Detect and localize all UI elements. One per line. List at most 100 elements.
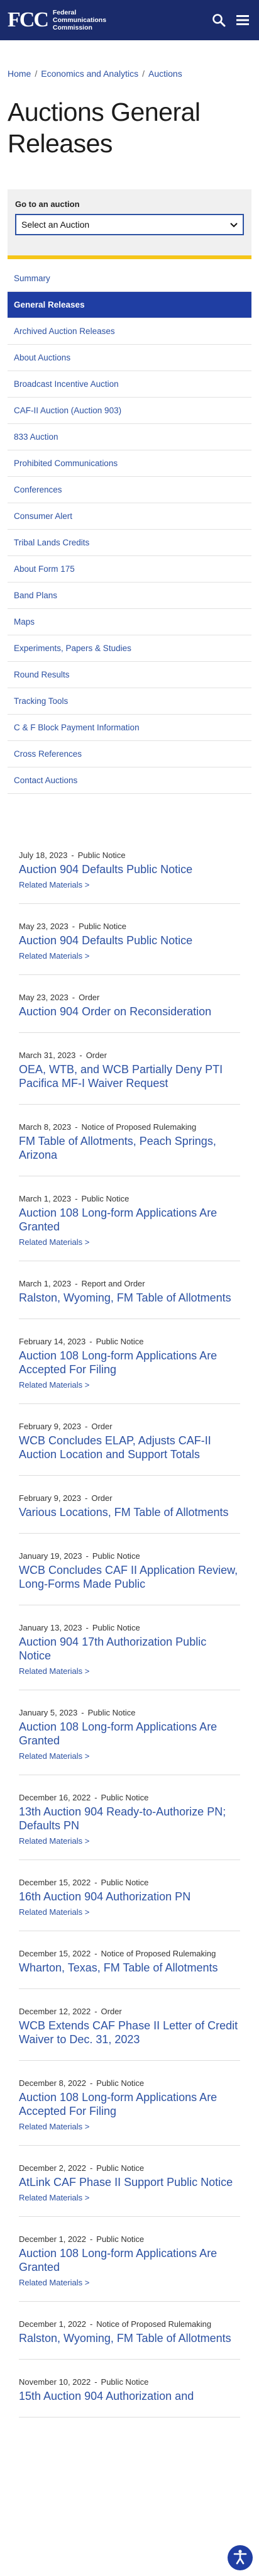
related-materials-link[interactable]: Related Materials > [19, 880, 240, 889]
release-title-link[interactable]: AtLink CAF Phase II Support Public Notic… [19, 2175, 240, 2189]
release-date: May 23, 2023 [19, 993, 69, 1002]
related-materials-link[interactable]: Related Materials > [19, 1836, 240, 1846]
sidebar-item[interactable]: Summary [8, 265, 251, 292]
release-title-link[interactable]: Auction 108 Long-form Applications Are G… [19, 2246, 240, 2274]
release-item: July 18, 2023- Public Notice Auction 904 D… [19, 850, 240, 904]
release-title-link[interactable]: Auction 904 Order on Reconsideration [19, 1005, 240, 1018]
release-title-link[interactable]: 15th Auction 904 Authorization and [19, 2389, 240, 2403]
release-type: Public Notice [101, 1878, 149, 1887]
release-title-link[interactable]: OEA, WTB, and WCB Partially Deny PTI Pac… [19, 1062, 240, 1090]
release-title-link[interactable]: Auction 108 Long-form Applications Are A… [19, 2090, 240, 2118]
sidebar-item[interactable]: 833 Auction [8, 424, 251, 450]
release-title-link[interactable]: Ralston, Wyoming, FM Table of Allotments [19, 1291, 240, 1305]
release-date: January 19, 2023 [19, 1551, 82, 1561]
release-title-link[interactable]: Ralston, Wyoming, FM Table of Allotments [19, 2331, 240, 2345]
fcc-logo[interactable]: FCC Federal Communications Commission [8, 9, 106, 31]
accessibility-button[interactable] [228, 2545, 253, 2570]
auction-select-value: Select an Auction [21, 220, 90, 230]
release-meta: December 12, 2022- Order [19, 2007, 240, 2016]
release-title-link[interactable]: FM Table of Allotments, Peach Springs, A… [19, 1134, 240, 1162]
meta-separator: - [75, 1194, 78, 1203]
related-materials-link[interactable]: Related Materials > [19, 1751, 240, 1761]
sidebar-item[interactable]: About Auctions [8, 345, 251, 371]
related-materials-link[interactable]: Related Materials > [19, 951, 240, 961]
release-title-link[interactable]: Auction 904 Defaults Public Notice [19, 934, 240, 947]
related-materials-link[interactable]: Related Materials > [19, 2193, 240, 2202]
meta-separator: - [72, 993, 75, 1002]
release-item: March 1, 2023- Report and Order Ralston, W… [19, 1279, 240, 1319]
release-item: January 13, 2023- Public Notice Auction 90… [19, 1623, 240, 1690]
release-meta: July 18, 2023- Public Notice [19, 850, 240, 860]
related-materials-link[interactable]: Related Materials > [19, 2122, 240, 2131]
release-title-link[interactable]: WCB Concludes CAF II Application Review,… [19, 1563, 240, 1591]
sidebar-item[interactable]: Consumer Alert [8, 503, 251, 530]
sidebar-item[interactable]: Archived Auction Releases [8, 318, 251, 345]
release-title-link[interactable]: Auction 108 Long-form Applications Are G… [19, 1206, 240, 1234]
release-title-link[interactable]: 16th Auction 904 Authorization PN [19, 1890, 240, 1904]
sidebar-item[interactable]: Cross References [8, 741, 251, 767]
sidebar-item[interactable]: Band Plans [8, 583, 251, 609]
meta-separator: - [75, 1122, 78, 1132]
sidebar-item[interactable]: Tribal Lands Credits [8, 530, 251, 556]
release-type: Public Notice [92, 1623, 140, 1632]
release-meta: December 2, 2022- Public Notice [19, 2163, 240, 2173]
release-date: December 8, 2022 [19, 2078, 86, 2088]
release-item: December 15, 2022- Public Notice 16th Auct… [19, 1878, 240, 1931]
menu-icon[interactable] [235, 13, 250, 31]
related-materials-link[interactable]: Related Materials > [19, 2278, 240, 2287]
release-meta: February 14, 2023- Public Notice [19, 1337, 240, 1346]
logo-mark: FCC [8, 8, 49, 31]
related-materials-link[interactable]: Related Materials > [19, 1907, 240, 1917]
sidebar-item[interactable]: Round Results [8, 662, 251, 688]
sidebar-item[interactable]: Experiments, Papers & Studies [8, 635, 251, 662]
release-date: March 1, 2023 [19, 1279, 72, 1288]
release-meta: February 9, 2023- Order [19, 1493, 240, 1503]
sidebar-item[interactable]: Contact Auctions [8, 767, 251, 794]
breadcrumb-auctions[interactable]: Auctions [148, 69, 182, 79]
sidebar-item[interactable]: Tracking Tools [8, 688, 251, 715]
meta-separator: - [94, 1878, 97, 1887]
sidebar-item[interactable]: CAF-II Auction (Auction 903) [8, 398, 251, 424]
release-meta: January 5, 2023- Public Notice [19, 1708, 240, 1717]
sidebar-item[interactable]: About Form 175 [8, 556, 251, 583]
release-date: December 1, 2022 [19, 2234, 86, 2244]
breadcrumb-home[interactable]: Home [8, 69, 31, 79]
release-date: March 1, 2023 [19, 1194, 72, 1203]
release-meta: March 31, 2023- Order [19, 1051, 240, 1060]
accent-bar [8, 255, 251, 259]
release-title-link[interactable]: Various Locations, FM Table of Allotment… [19, 1505, 240, 1519]
release-item: March 8, 2023- Notice of Proposed Rulemak… [19, 1122, 240, 1176]
sidebar-item[interactable]: C & F Block Payment Information [8, 715, 251, 741]
release-title-link[interactable]: WCB Extends CAF Phase II Letter of Credi… [19, 2019, 240, 2046]
release-title-link[interactable]: Wharton, Texas, FM Table of Allotments [19, 1961, 240, 1975]
release-title-link[interactable]: Auction 108 Long-form Applications Are G… [19, 1720, 240, 1748]
release-title-link[interactable]: 13th Auction 904 Ready-to-Authorize PN; … [19, 1805, 240, 1832]
site-header: FCC Federal Communications Commission [0, 0, 259, 40]
release-title-link[interactable]: WCB Concludes ELAP, Adjusts CAF-II Aucti… [19, 1434, 240, 1461]
breadcrumb-economics[interactable]: Economics and Analytics [41, 69, 138, 79]
release-type: Public Notice [96, 1337, 144, 1346]
release-item: December 15, 2022- Notice of Proposed Rul… [19, 1949, 240, 1989]
release-date: March 31, 2023 [19, 1051, 76, 1060]
sidebar-item[interactable]: Conferences [8, 477, 251, 503]
meta-separator: - [89, 2078, 93, 2088]
release-title-link[interactable]: Auction 904 Defaults Public Notice [19, 862, 240, 876]
release-date: November 10, 2022 [19, 2377, 91, 2387]
release-item: December 1, 2022- Notice of Proposed Rule… [19, 2319, 240, 2360]
release-item: December 1, 2022- Public Notice Auction 10… [19, 2234, 240, 2302]
related-materials-link[interactable]: Related Materials > [19, 1666, 240, 1676]
related-materials-link[interactable]: Related Materials > [19, 1380, 240, 1390]
sidebar-item[interactable]: Broadcast Incentive Auction [8, 371, 251, 398]
related-materials-link[interactable]: Related Materials > [19, 1237, 240, 1247]
release-meta: March 1, 2023- Report and Order [19, 1279, 240, 1288]
search-icon[interactable] [211, 13, 226, 31]
release-type: Public Notice [92, 1551, 140, 1561]
release-type: Notice of Proposed Rulemaking [96, 2319, 212, 2329]
auction-select[interactable]: Select an Auction [15, 214, 244, 235]
sidebar-item[interactable]: General Releases [8, 292, 251, 318]
release-meta: January 19, 2023- Public Notice [19, 1551, 240, 1561]
sidebar-item[interactable]: Maps [8, 609, 251, 635]
sidebar-item[interactable]: Prohibited Communications [8, 450, 251, 477]
release-title-link[interactable]: Auction 904 17th Authorization Public No… [19, 1635, 240, 1663]
release-title-link[interactable]: Auction 108 Long-form Applications Are A… [19, 1349, 240, 1376]
